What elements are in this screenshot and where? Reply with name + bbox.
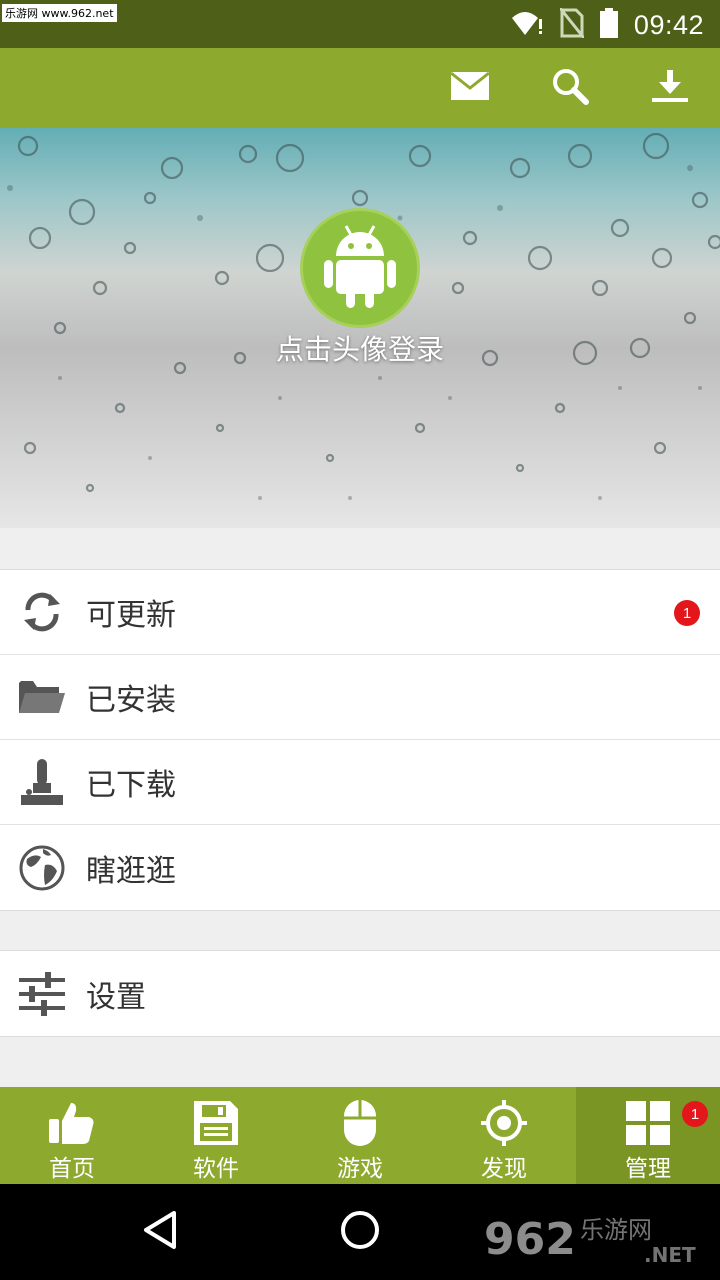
- android-icon: [320, 222, 400, 314]
- globe-icon: [18, 844, 66, 892]
- nav-label: 首页: [49, 1156, 95, 1182]
- grid-icon: [623, 1099, 673, 1147]
- nav-item-software[interactable]: 软件: [144, 1087, 288, 1184]
- top-toolbar: [0, 48, 720, 128]
- watermark-logo-digits: 962: [484, 1214, 576, 1265]
- sliders-icon: [18, 970, 66, 1018]
- refresh-icon: [18, 588, 66, 636]
- nav-item-games[interactable]: 游戏: [288, 1087, 432, 1184]
- joystick-icon: [18, 758, 66, 806]
- wifi-icon: [510, 9, 544, 41]
- menu-item-label: 可更新: [86, 598, 176, 633]
- watermark-logo-name: 乐游网: [580, 1216, 652, 1244]
- nav-label: 游戏: [337, 1156, 383, 1182]
- menu-item-browse[interactable]: 瞎逛逛: [0, 825, 720, 910]
- home-circle-icon: [340, 1210, 380, 1254]
- update-count-badge: 1: [674, 600, 700, 626]
- system-navigation-bar: 962 乐游网 .NET: [0, 1184, 720, 1280]
- menu-item-label: 已下载: [86, 768, 176, 803]
- nav-label: 管理: [625, 1156, 671, 1182]
- manage-menu: 可更新 1 已安装 已下载 瞎逛逛: [0, 569, 720, 911]
- battery-icon: [599, 8, 618, 42]
- back-triangle-icon: [142, 1210, 178, 1254]
- watermark-logo-domain: .NET: [644, 1243, 696, 1267]
- watermark-logo: 962 乐游网 .NET: [484, 1214, 696, 1267]
- bottom-navigation: 首页 软件 游戏 发现 管理 1: [0, 1087, 720, 1184]
- search-icon: [551, 67, 589, 109]
- manage-count-badge: 1: [682, 1101, 708, 1127]
- clock-time: 09:42: [633, 9, 704, 40]
- watermark-label: 乐游网 www.962.net: [2, 4, 117, 22]
- avatar-button[interactable]: [300, 208, 420, 328]
- mouse-icon: [335, 1099, 385, 1147]
- nav-item-manage[interactable]: 管理 1: [576, 1087, 720, 1184]
- floppy-icon: [191, 1099, 241, 1147]
- mail-icon: [450, 71, 490, 104]
- menu-item-downloaded[interactable]: 已下载: [0, 740, 720, 825]
- back-button[interactable]: [136, 1208, 184, 1256]
- menu-item-label: 瞎逛逛: [86, 853, 176, 889]
- status-bar: 乐游网 www.962.net 09:42: [0, 0, 720, 48]
- search-button[interactable]: [542, 60, 598, 116]
- menu-item-updates[interactable]: 可更新 1: [0, 570, 720, 655]
- menu-item-settings[interactable]: 设置: [0, 951, 720, 1036]
- no-sim-icon: [558, 7, 586, 42]
- download-button[interactable]: [642, 60, 698, 116]
- login-prompt[interactable]: 点击头像登录: [0, 328, 720, 368]
- menu-item-label: 已安装: [86, 683, 176, 718]
- download-icon: [652, 70, 688, 106]
- folder-icon: [18, 673, 66, 721]
- menu-item-label: 设置: [86, 979, 146, 1015]
- nav-item-home[interactable]: 首页: [0, 1087, 144, 1184]
- mail-button[interactable]: [442, 60, 498, 116]
- target-icon: [479, 1099, 529, 1147]
- profile-header: 点击头像登录: [0, 128, 720, 528]
- menu-item-installed[interactable]: 已安装: [0, 655, 720, 740]
- nav-label: 发现: [481, 1156, 527, 1182]
- settings-menu: 设置: [0, 950, 720, 1037]
- nav-item-discover[interactable]: 发现: [432, 1087, 576, 1184]
- home-button[interactable]: [336, 1208, 384, 1256]
- nav-label: 软件: [193, 1156, 239, 1182]
- thumbs-up-icon: [47, 1099, 97, 1147]
